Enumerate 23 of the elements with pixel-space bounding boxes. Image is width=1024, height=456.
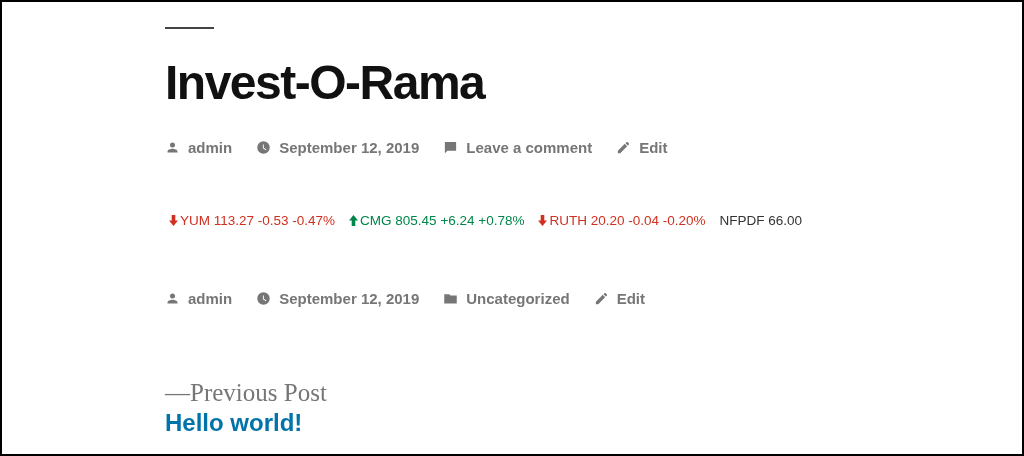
pencil-icon (616, 139, 632, 155)
edit-link[interactable]: Edit (616, 289, 645, 307)
stock-quote: NFPDF 66.00 (719, 213, 803, 228)
edit-link[interactable]: Edit (639, 138, 668, 156)
stock-quote: YUM 113.27 -0.53 -0.47% (169, 213, 336, 228)
pencil-icon (593, 290, 609, 306)
clock-icon (256, 139, 272, 155)
stock-quote: CMG 805.45 +6.24 +0.78% (349, 213, 525, 228)
date-link[interactable]: September 12, 2019 (279, 138, 420, 156)
comment-link[interactable]: Leave a comment (466, 138, 593, 156)
stock-quote: RUTH 20.20 -0.04 -0.20% (538, 213, 706, 228)
previous-post-label: —Previous Post (165, 378, 328, 408)
down-arrow-icon (169, 215, 178, 226)
previous-post-link[interactable]: Hello world! (165, 408, 303, 438)
clock-icon (256, 290, 272, 306)
author-link[interactable]: admin (188, 138, 233, 156)
down-arrow-icon (538, 215, 548, 226)
post-title: Invest-O-Rama (165, 55, 487, 111)
author-link[interactable]: admin (188, 289, 233, 307)
category-link[interactable]: Uncategorized (466, 289, 570, 307)
date-link[interactable]: September 12, 2019 (279, 289, 420, 307)
up-arrow-icon (349, 215, 359, 226)
speech-bubble-icon (443, 139, 459, 155)
